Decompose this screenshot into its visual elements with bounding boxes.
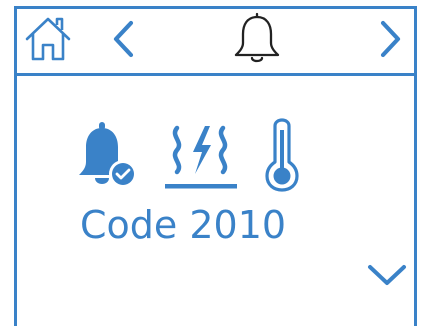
screen-frame: Code 2010	[14, 6, 417, 326]
chevron-down-icon	[365, 260, 409, 294]
scroll-down-button[interactable]	[365, 259, 409, 295]
bell-outline-icon	[232, 12, 282, 70]
chevron-left-icon	[110, 19, 136, 63]
header-bar	[17, 9, 414, 76]
status-code: Code 2010	[80, 203, 287, 247]
next-button[interactable]	[371, 9, 411, 73]
chevron-right-icon	[378, 19, 404, 63]
bell-check-icon	[75, 114, 139, 198]
thermometer-icon	[265, 114, 299, 198]
home-icon	[23, 14, 73, 68]
floor-heating-icon	[164, 114, 238, 198]
page-title-icon	[227, 9, 287, 73]
home-button[interactable]	[23, 9, 73, 73]
previous-button[interactable]	[103, 9, 143, 73]
